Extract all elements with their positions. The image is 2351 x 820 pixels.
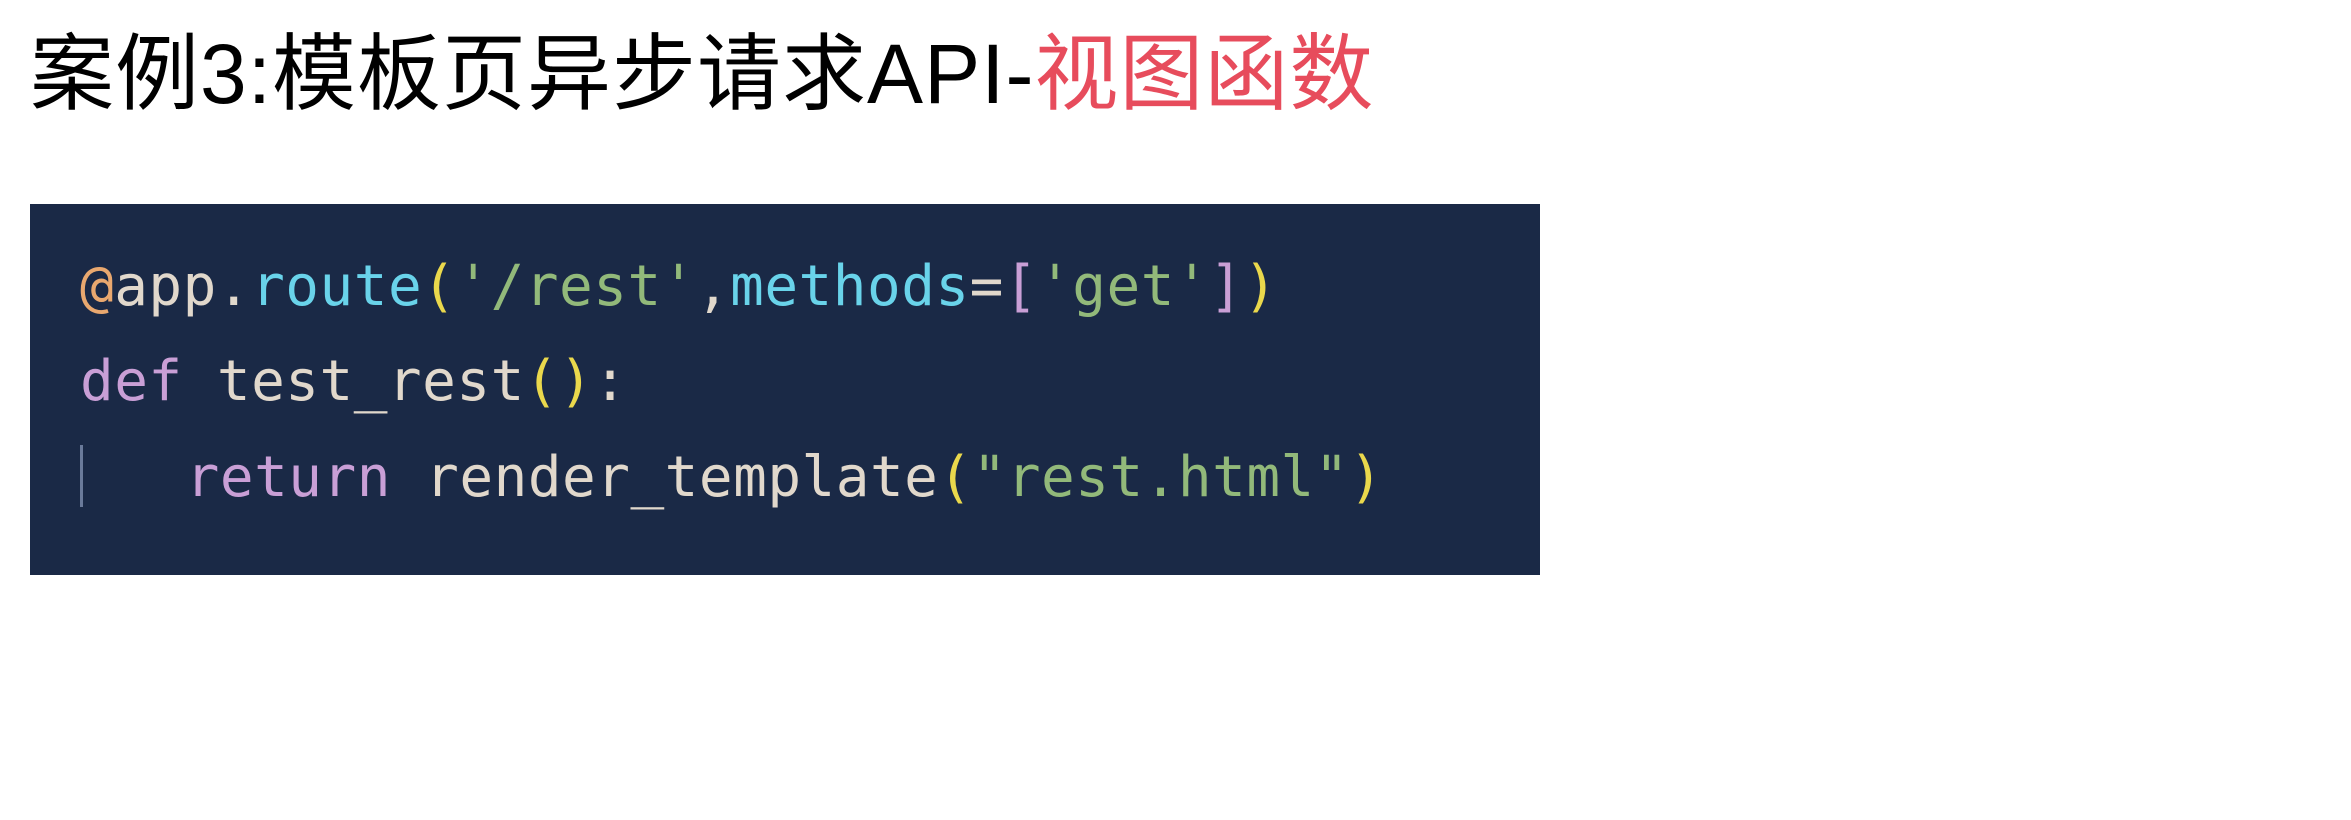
tok-lparen: ( [422, 254, 456, 319]
tok-rbracket: ] [1209, 254, 1243, 319]
tok-path-string: '/rest' [456, 254, 696, 319]
cursor-indicator [80, 445, 83, 507]
tok-methods-kw: methods [730, 254, 970, 319]
slide-heading: 案例3:模板页异步请求API-视图函数 [30, 20, 2321, 129]
tok-parens: () [525, 349, 593, 414]
tok-route: route [251, 254, 422, 319]
heading-prefix: 案例3:模板页异步请求API- [30, 27, 1034, 121]
tok-lparen-3: ( [938, 445, 972, 510]
tok-app: app [114, 254, 217, 319]
tok-decorator-at: @ [80, 254, 114, 319]
code-line-2: def test_rest(): [80, 334, 1490, 429]
tok-def: def [80, 349, 217, 414]
tok-equals: = [970, 254, 1004, 319]
tok-rparen: ) [1243, 254, 1277, 319]
tok-funcname: test_rest [217, 349, 525, 414]
tok-dot: . [217, 254, 251, 319]
tok-render-template: render_template [425, 445, 938, 510]
tok-indent [83, 445, 186, 510]
code-block: @app.route('/rest',methods=['get']) def … [30, 204, 1540, 575]
heading-highlight: 视图函数 [1034, 27, 1374, 121]
tok-method-string: 'get' [1038, 254, 1209, 319]
code-line-1: @app.route('/rest',methods=['get']) [80, 239, 1490, 334]
tok-comma: , [696, 254, 730, 319]
tok-colon: : [593, 349, 627, 414]
tok-template-string: "rest.html" [973, 445, 1349, 510]
tok-return: return [186, 445, 426, 510]
code-line-3: return render_template("rest.html") [80, 430, 1490, 525]
tok-lbracket: [ [1004, 254, 1038, 319]
tok-rparen-3: ) [1349, 445, 1383, 510]
